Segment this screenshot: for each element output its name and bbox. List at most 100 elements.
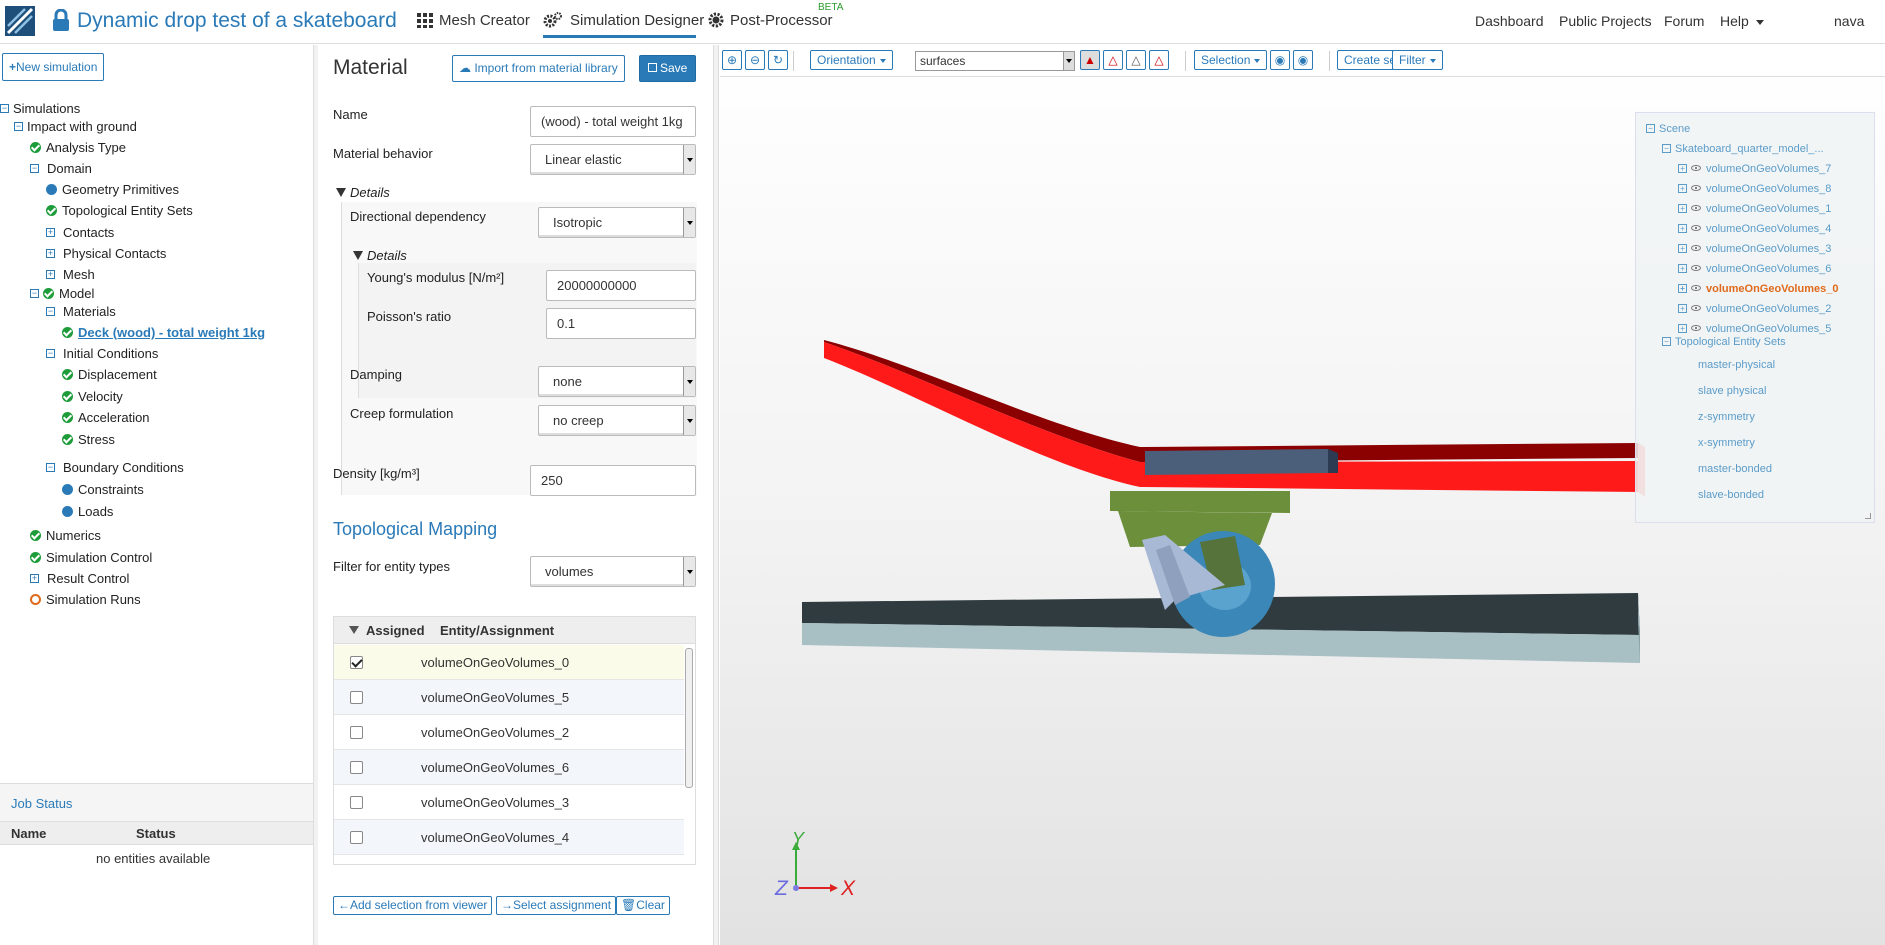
collapse-icon[interactable]: −: [30, 164, 39, 174]
expand-icon[interactable]: +: [1678, 243, 1687, 253]
youngs-input[interactable]: 20000000000: [546, 270, 696, 301]
expand-icon[interactable]: +: [46, 249, 55, 259]
scene-set-item[interactable]: z-symmetry: [1698, 410, 1755, 424]
collapse-icon[interactable]: −: [0, 104, 9, 114]
scene-volume-item[interactable]: + volumeOnGeoVolumes_1: [1678, 202, 1831, 216]
table-row[interactable]: volumeOnGeoVolumes_6: [334, 750, 684, 785]
tree-loads[interactable]: Loads: [62, 503, 113, 521]
expand-icon[interactable]: +: [46, 228, 55, 238]
eye-icon[interactable]: [1691, 325, 1701, 332]
scene-set-item[interactable]: master-physical: [1698, 358, 1775, 372]
collapse-icon[interactable]: −: [46, 307, 55, 317]
save-button[interactable]: Save: [639, 55, 697, 82]
user-menu[interactable]: nava: [1834, 13, 1864, 29]
select-assignment-button[interactable]: →Select assignment: [496, 896, 617, 915]
tree-velocity[interactable]: Velocity: [62, 388, 123, 406]
assign-checkbox[interactable]: [350, 656, 363, 669]
right-splitter[interactable]: [713, 45, 719, 945]
nav-dashboard[interactable]: Dashboard: [1475, 13, 1544, 29]
eye-icon[interactable]: [1691, 185, 1701, 192]
table-row[interactable]: volumeOnGeoVolumes_0: [334, 645, 684, 680]
tree-result-control[interactable]: + Result Control: [30, 570, 129, 588]
tree-stress[interactable]: Stress: [62, 431, 115, 449]
col-assigned[interactable]: Assigned: [366, 623, 425, 638]
scene-volume-item[interactable]: + volumeOnGeoVolumes_5: [1678, 322, 1831, 336]
damping-select[interactable]: none: [538, 366, 696, 397]
table-row[interactable]: volumeOnGeoVolumes_5: [334, 680, 684, 715]
tree-domain[interactable]: − Domain: [30, 160, 92, 178]
tree-deck-material[interactable]: Deck (wood) - total weight 1kg: [62, 324, 265, 342]
scene-tes[interactable]: − Topological Entity Sets: [1662, 335, 1786, 349]
assign-checkbox[interactable]: [350, 831, 363, 844]
expand-icon[interactable]: +: [1678, 183, 1687, 193]
scene-volume-item[interactable]: + volumeOnGeoVolumes_3: [1678, 242, 1831, 256]
expand-icon[interactable]: +: [30, 574, 39, 584]
tree-model[interactable]: − Model: [30, 285, 94, 303]
scene-set-item[interactable]: slave physical: [1698, 384, 1766, 398]
eye-icon[interactable]: [1691, 305, 1701, 312]
tree-physical-contacts[interactable]: + Physical Contacts: [46, 245, 166, 263]
expand-icon[interactable]: +: [1678, 263, 1687, 273]
scene-set-item[interactable]: x-symmetry: [1698, 436, 1755, 450]
scene-root[interactable]: − Scene: [1646, 122, 1690, 136]
new-simulation-button[interactable]: +New simulation: [2, 53, 105, 81]
truck-baseplate[interactable]: [1110, 491, 1290, 513]
3d-viewer[interactable]: ⊕ ⊖ ↻ Orientation surfaces ▲ △ △ △ Selec…: [720, 45, 1885, 945]
tree-topological-entity-sets[interactable]: Topological Entity Sets: [46, 202, 193, 220]
scene-set-item[interactable]: slave-bonded: [1698, 488, 1764, 502]
expand-icon[interactable]: +: [1678, 323, 1687, 333]
app-logo-icon[interactable]: [5, 6, 35, 36]
behavior-select[interactable]: Linear elastic: [530, 144, 696, 175]
expand-icon[interactable]: +: [1678, 203, 1687, 213]
riser-pad[interactable]: [1145, 449, 1328, 475]
tree-mesh[interactable]: + Mesh: [46, 266, 95, 284]
tree-materials[interactable]: − Materials: [46, 303, 116, 321]
scene-model[interactable]: − Skateboard_quarter_model_...: [1662, 142, 1824, 156]
creep-select[interactable]: no creep: [538, 405, 696, 436]
eye-icon[interactable]: [1691, 285, 1701, 292]
eye-icon[interactable]: [1691, 265, 1701, 272]
clear-button[interactable]: 🗑Clear: [616, 896, 670, 915]
collapse-icon[interactable]: −: [30, 289, 39, 299]
tree-constraints[interactable]: Constraints: [62, 481, 144, 499]
triangle-down-icon[interactable]: [349, 626, 359, 634]
eye-icon[interactable]: [1691, 165, 1701, 172]
nav-help[interactable]: Help: [1720, 13, 1764, 29]
tree-simulation-control[interactable]: Simulation Control: [30, 549, 152, 567]
nav-public-projects[interactable]: Public Projects: [1559, 13, 1652, 29]
expand-icon[interactable]: +: [46, 270, 55, 280]
collapse-icon[interactable]: −: [46, 463, 55, 473]
collapse-icon[interactable]: −: [46, 349, 55, 359]
eye-icon[interactable]: [1691, 205, 1701, 212]
scene-volume-item[interactable]: + volumeOnGeoVolumes_2: [1678, 302, 1831, 316]
table-row[interactable]: volumeOnGeoVolumes_3: [334, 785, 684, 820]
col-entity[interactable]: Entity/Assignment: [440, 623, 554, 638]
tree-contacts[interactable]: + Contacts: [46, 224, 114, 242]
expand-icon[interactable]: +: [1678, 303, 1687, 313]
tree-impact-with-ground[interactable]: − Impact with ground: [14, 118, 137, 136]
density-input[interactable]: 250: [530, 465, 696, 496]
tree-initial-conditions[interactable]: − Initial Conditions: [46, 345, 158, 363]
tree-acceleration[interactable]: Acceleration: [62, 409, 150, 427]
expand-icon[interactable]: +: [1678, 163, 1687, 173]
assign-checkbox[interactable]: [350, 761, 363, 774]
resize-handle-icon[interactable]: [1865, 513, 1871, 519]
scene-volume-item[interactable]: + volumeOnGeoVolumes_7: [1678, 162, 1831, 176]
add-selection-button[interactable]: ←Add selection from viewer: [333, 896, 493, 915]
collapse-icon[interactable]: −: [14, 122, 23, 132]
entity-filter-select[interactable]: volumes: [530, 556, 696, 587]
assign-checkbox[interactable]: [350, 691, 363, 704]
assign-checkbox[interactable]: [350, 796, 363, 809]
eye-icon[interactable]: [1691, 245, 1701, 252]
dir-dep-select[interactable]: Isotropic: [538, 207, 696, 238]
scene-volume-item[interactable]: + volumeOnGeoVolumes_6: [1678, 262, 1831, 276]
expand-icon[interactable]: +: [1678, 283, 1687, 293]
scene-set-item[interactable]: master-bonded: [1698, 462, 1772, 476]
tree-numerics[interactable]: Numerics: [30, 527, 101, 545]
name-input[interactable]: (wood) - total weight 1kg: [530, 106, 696, 137]
scene-volume-item[interactable]: + volumeOnGeoVolumes_0: [1678, 282, 1838, 296]
tab-post-processor[interactable]: Post-Processor: [708, 11, 833, 37]
assign-checkbox[interactable]: [350, 726, 363, 739]
collapse-icon[interactable]: −: [1662, 336, 1671, 346]
scene-volume-item[interactable]: + volumeOnGeoVolumes_4: [1678, 222, 1831, 236]
